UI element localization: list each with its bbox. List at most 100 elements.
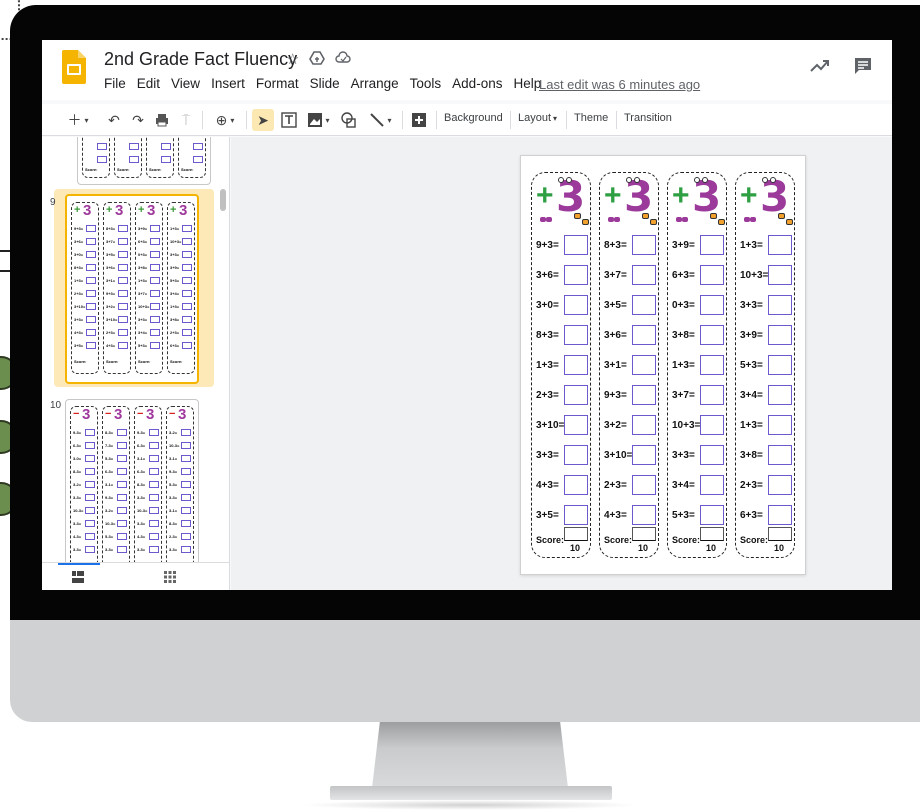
answer-box[interactable] xyxy=(564,385,588,405)
thumbnail-equation: 4-3= xyxy=(137,534,146,539)
score-box[interactable] xyxy=(700,527,724,541)
grid-view-icon[interactable] xyxy=(164,571,176,583)
text-box-button[interactable] xyxy=(278,109,300,131)
slide-canvas[interactable]: +3 9+3= 3+6= 3+0= 8+3= 1+3= 2+3= 3+10= 3+3= 4+3= 3… xyxy=(231,137,892,590)
transition-button[interactable]: Transition xyxy=(624,112,672,124)
activity-trend-icon[interactable] xyxy=(810,58,830,74)
select-tool-button[interactable]: ➤ xyxy=(252,109,274,131)
star-icon[interactable]: ☆ xyxy=(286,50,299,68)
answer-box[interactable] xyxy=(632,505,656,525)
fact-equation: 3+0= xyxy=(536,300,559,311)
answer-box[interactable] xyxy=(768,265,792,285)
menu-view[interactable]: View xyxy=(171,76,200,91)
cloud-status-icon[interactable] xyxy=(335,50,352,66)
answer-box[interactable] xyxy=(700,415,724,435)
menu-format[interactable]: Format xyxy=(256,76,299,91)
answer-box[interactable] xyxy=(700,235,724,255)
menu-tools[interactable]: Tools xyxy=(410,76,442,91)
undo-button[interactable]: ↶ xyxy=(104,109,124,131)
thumbnail-score-label: Score: xyxy=(181,167,194,172)
answer-box[interactable] xyxy=(632,385,656,405)
thumbnail-equation: 1+3= xyxy=(170,304,180,309)
answer-box[interactable] xyxy=(564,445,588,465)
answer-box[interactable] xyxy=(700,295,724,315)
answer-box[interactable] xyxy=(632,265,656,285)
layout-button[interactable]: Layout ▾ xyxy=(518,112,557,124)
answer-box[interactable] xyxy=(700,475,724,495)
theme-button[interactable]: Theme xyxy=(574,112,608,124)
filmstrip-view-icon[interactable] xyxy=(72,571,84,583)
print-button[interactable] xyxy=(152,109,172,131)
line-button[interactable]: ▾ xyxy=(364,109,398,131)
answer-box[interactable] xyxy=(768,505,792,525)
zoom-button[interactable]: ⊕ ▾ xyxy=(208,109,242,131)
answer-box[interactable] xyxy=(632,445,656,465)
answer-box[interactable] xyxy=(564,265,588,285)
answer-box[interactable] xyxy=(564,325,588,345)
slides-logo-icon[interactable] xyxy=(62,50,86,84)
answer-box[interactable] xyxy=(632,325,656,345)
menu-help[interactable]: Help xyxy=(513,76,541,91)
fact-strip: +3 9+3= 3+6= 3+0= 8+3= 1+3= 2+3= 3+10= 3+3= 4+3= 3… xyxy=(531,172,591,558)
answer-box[interactable] xyxy=(632,475,656,495)
answer-box[interactable] xyxy=(564,475,588,495)
answer-box[interactable] xyxy=(564,235,588,255)
answer-box[interactable] xyxy=(700,445,724,465)
filmstrip-scrollbar[interactable] xyxy=(220,189,226,211)
answer-box[interactable] xyxy=(700,355,724,375)
answer-box[interactable] xyxy=(700,505,724,525)
score-box[interactable] xyxy=(632,527,656,541)
score-box[interactable] xyxy=(768,527,792,541)
background-button[interactable]: Background xyxy=(444,112,503,124)
answer-box[interactable] xyxy=(700,385,724,405)
paint-format-button[interactable]: ⍑ xyxy=(176,109,196,131)
menu-file[interactable]: File xyxy=(104,76,126,91)
answer-box[interactable] xyxy=(564,415,588,435)
thumbnail-equation: 2+3= xyxy=(74,291,84,296)
answer-box[interactable] xyxy=(768,445,792,465)
three-character-icon: 3 xyxy=(83,202,92,219)
answer-box[interactable] xyxy=(768,325,792,345)
menu-arrange[interactable]: Arrange xyxy=(351,76,399,91)
answer-box[interactable] xyxy=(632,355,656,375)
new-slide-button[interactable]: ＋ ▾ xyxy=(60,109,96,131)
thumbnail-equation: 3+3= xyxy=(138,317,148,322)
last-edit-link[interactable]: Last edit was 6 minutes ago xyxy=(539,77,700,92)
insert-image-button[interactable]: ▾ xyxy=(304,109,334,131)
toolbar: ＋ ▾ ↶ ↷ ⍑ ⊕ ▾ ➤ ▾ ▾ Background Layout ▾ … xyxy=(42,104,892,136)
answer-box[interactable] xyxy=(768,235,792,255)
answer-box[interactable] xyxy=(632,415,656,435)
shape-button[interactable] xyxy=(338,109,360,131)
answer-box[interactable] xyxy=(564,505,588,525)
add-comment-button[interactable] xyxy=(408,109,430,131)
move-to-drive-icon[interactable] xyxy=(309,50,326,66)
slide-thumbnail-9[interactable]: +3 9+3= 3+6= 3+0= 8+3= 1+3= 2+3= 3+10= 3+3= 4+3= 3… xyxy=(65,194,199,384)
monitor-stand-neck xyxy=(372,722,568,788)
answer-box[interactable] xyxy=(564,295,588,315)
menu-edit[interactable]: Edit xyxy=(137,76,160,91)
menu-slide[interactable]: Slide xyxy=(310,76,340,91)
score-box[interactable] xyxy=(564,527,588,541)
document-title[interactable]: 2nd Grade Fact Fluency xyxy=(104,49,297,70)
character-eye xyxy=(762,177,768,183)
menu-addons[interactable]: Add-ons xyxy=(452,76,502,91)
comments-icon[interactable] xyxy=(854,57,872,75)
thumbnail-equation: 5-3= xyxy=(105,456,114,461)
answer-box[interactable] xyxy=(632,295,656,315)
answer-box[interactable] xyxy=(564,355,588,375)
answer-box[interactable] xyxy=(768,415,792,435)
slide-thumbnail-10[interactable]: −3 9-3= 6-3= 3-0= 8-3= 3-2= 3-3= 10-3= 3-3= 4-3= 3… xyxy=(65,399,199,589)
answer-box[interactable] xyxy=(632,235,656,255)
answer-box[interactable] xyxy=(768,385,792,405)
current-slide[interactable]: +3 9+3= 3+6= 3+0= 8+3= 1+3= 2+3= 3+10= 3+3= 4+3= 3… xyxy=(520,155,806,575)
redo-button[interactable]: ↷ xyxy=(128,109,148,131)
menu-insert[interactable]: Insert xyxy=(211,76,245,91)
answer-box[interactable] xyxy=(768,355,792,375)
answer-box[interactable] xyxy=(700,265,724,285)
answer-box[interactable] xyxy=(768,475,792,495)
text-box-icon xyxy=(281,112,297,128)
thumbnail-answer-box xyxy=(86,251,96,258)
slide-thumbnail-8[interactable]: Score: Score: Score: Score: xyxy=(77,137,211,185)
answer-box[interactable] xyxy=(768,295,792,315)
answer-box[interactable] xyxy=(700,325,724,345)
